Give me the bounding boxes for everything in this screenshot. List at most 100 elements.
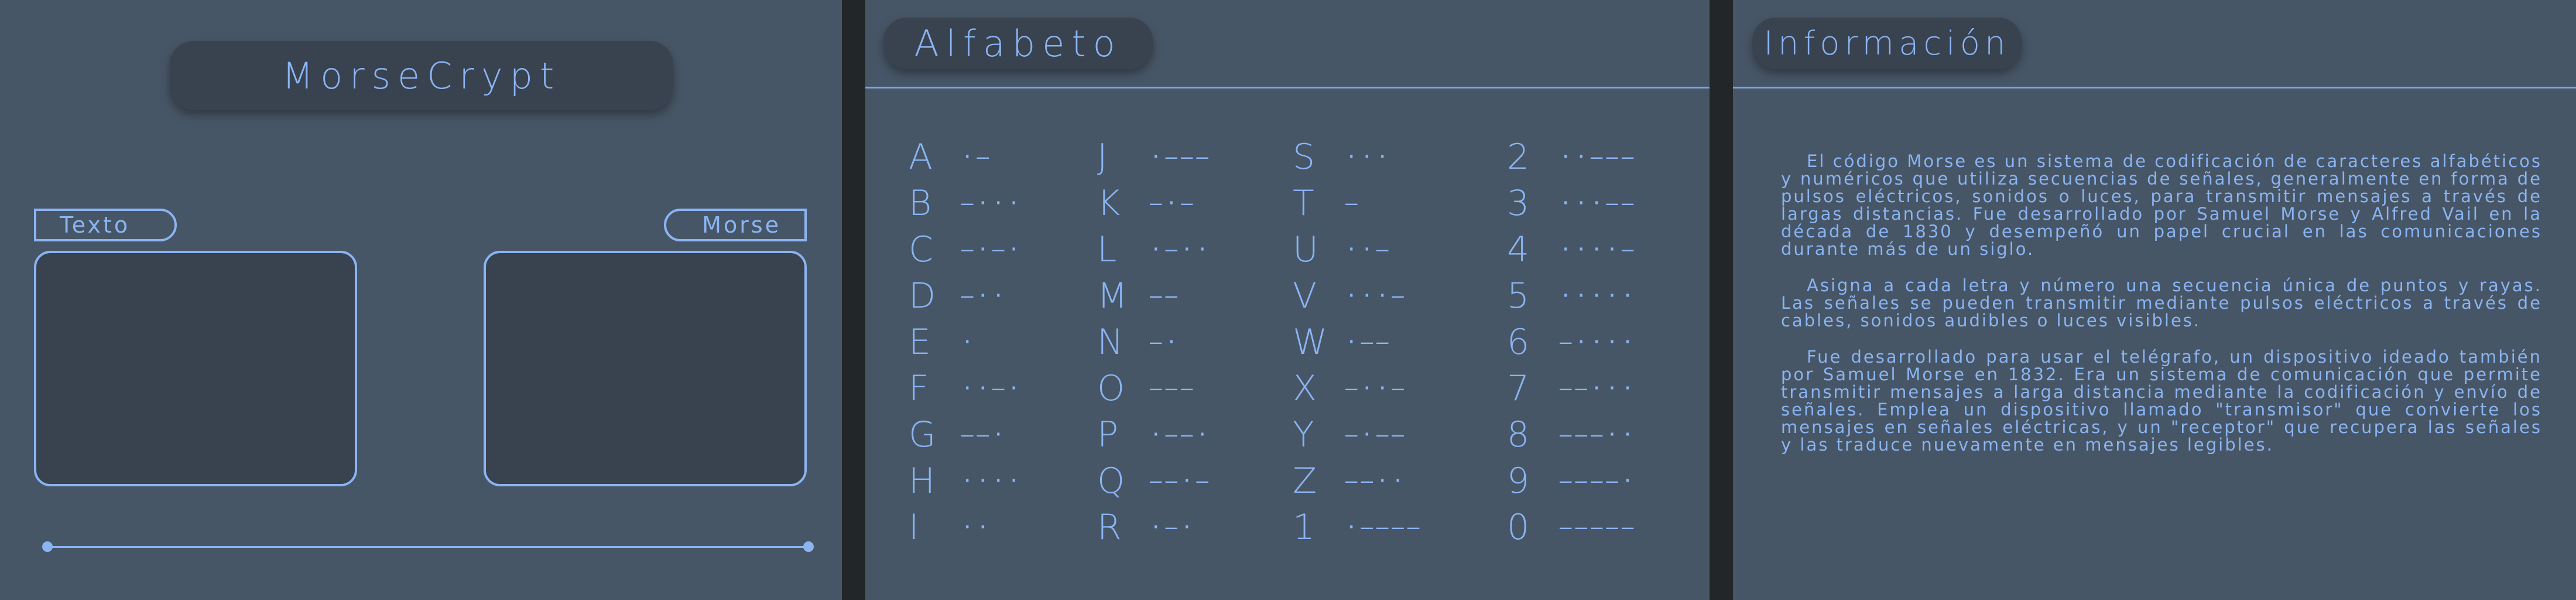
- alphabet-code: –––––: [1560, 515, 1638, 539]
- alphabet-code: ––···: [1560, 376, 1638, 400]
- alphabet-row: X –··–: [1293, 365, 1423, 411]
- alphabet-code: ––·: [961, 422, 1008, 446]
- alphabet-code: ··–: [1345, 237, 1392, 261]
- alphabet-code: ––··: [1345, 469, 1407, 493]
- alphabet-row: M ––: [1097, 272, 1212, 319]
- alphabet-row: 8 –––··: [1507, 411, 1637, 458]
- alphabet-code: ·–·: [1150, 515, 1197, 539]
- alphabet-row: B –···: [909, 180, 1023, 226]
- alphabet-char: M: [1097, 275, 1128, 316]
- alphabet-char: F: [909, 367, 929, 409]
- alphabet-code: –···: [961, 191, 1023, 215]
- info-text: El código Morse es un sistema de codific…: [1781, 152, 2542, 472]
- alphabet-char: 5: [1507, 275, 1530, 316]
- alphabet-char: Z: [1293, 460, 1317, 502]
- text-input[interactable]: [34, 251, 357, 486]
- slider-track[interactable]: [47, 546, 808, 548]
- alphabet-row: A ·–: [909, 134, 1023, 180]
- alphabet-code: –·––: [1345, 422, 1407, 446]
- alphabet-column-2: J ·––– K –·– L ·–·· M –– N –· O ––– P ·––· Q ––·– R ·–·: [1097, 134, 1212, 550]
- alphabet-char: K: [1097, 182, 1121, 224]
- alphabet-code: ––·–: [1150, 469, 1212, 493]
- alphabet-row: I ··: [909, 504, 1023, 550]
- alphabet-code: ···–: [1345, 284, 1407, 308]
- alphabet-code: –––··: [1560, 422, 1638, 446]
- info-panel: Información El código Morse es un sistem…: [1733, 0, 2576, 600]
- alphabet-char: A: [909, 136, 933, 178]
- alphabet-column-1: A ·– B –··· C –·–· D –·· E · F ··–· G ––· H ···· I ··: [909, 134, 1023, 550]
- info-paragraph-1: El código Morse es un sistema de codific…: [1781, 151, 2542, 259]
- alphabet-char: 1: [1293, 506, 1316, 548]
- info-divider: [1733, 87, 2576, 88]
- alphabet-row: 1 ·––––: [1293, 504, 1423, 550]
- alphabet-char: B: [909, 182, 932, 224]
- alphabet-code: ····: [961, 469, 1023, 493]
- alphabet-code: ·–··: [1150, 237, 1212, 261]
- alphabet-char: E: [909, 321, 931, 363]
- alphabet-row: L ·–··: [1097, 226, 1212, 272]
- alphabet-char: H: [909, 460, 936, 502]
- alphabet-char: P: [1097, 414, 1119, 455]
- alphabet-row: O –––: [1097, 365, 1212, 411]
- alphabet-row: Q ––·–: [1097, 458, 1212, 504]
- alphabet-row: C –·–·: [909, 226, 1023, 272]
- alphabet-code: ·–––: [1150, 145, 1212, 169]
- alphabet-code: –····: [1560, 330, 1638, 354]
- alphabet-code: ··–––: [1560, 145, 1638, 169]
- alphabet-divider: [865, 87, 1710, 88]
- alphabet-row: J ·–––: [1097, 134, 1212, 180]
- alphabet-row: 2 ··–––: [1507, 134, 1637, 180]
- alphabet-row: D –··: [909, 272, 1023, 319]
- alphabet-code: –··: [961, 284, 1008, 308]
- alphabet-char: 4: [1507, 229, 1530, 270]
- alphabet-char: Q: [1097, 460, 1125, 502]
- info-title: Información: [1752, 18, 2022, 69]
- alphabet-code: ·––: [1345, 330, 1392, 354]
- alphabet-char: I: [909, 506, 919, 548]
- alphabet-row: Z ––··: [1293, 458, 1423, 504]
- info-paragraph-2: Asigna a cada letra y número una secuenc…: [1781, 275, 2542, 330]
- alphabet-code: ––: [1150, 284, 1181, 308]
- alphabet-code: ·····: [1560, 284, 1638, 308]
- alphabet-row: R ·–·: [1097, 504, 1212, 550]
- alphabet-char: 3: [1507, 182, 1530, 224]
- morse-label: Morse: [664, 209, 807, 241]
- alphabet-code: –: [1345, 191, 1361, 215]
- alphabet-code: ··: [961, 515, 992, 539]
- morse-output[interactable]: [484, 251, 807, 486]
- alphabet-code: ···––: [1560, 191, 1638, 215]
- alphabet-row: 9 ––––·: [1507, 458, 1637, 504]
- alphabet-column-4: 2 ··––– 3 ···–– 4 ····– 5 ····· 6 –···· 7 ––··· 8 –––…: [1507, 134, 1637, 550]
- alphabet-row: 4 ····–: [1507, 226, 1637, 272]
- alphabet-code: ––––·: [1560, 469, 1638, 493]
- alphabet-char: Y: [1293, 414, 1314, 455]
- alphabet-row: U ··–: [1293, 226, 1423, 272]
- alphabet-char: O: [1097, 367, 1125, 409]
- alphabet-row: E ·: [909, 319, 1023, 365]
- alphabet-char: N: [1097, 321, 1123, 363]
- alphabet-row: 5 ·····: [1507, 272, 1637, 319]
- slider-start-handle[interactable]: [42, 541, 53, 552]
- alphabet-char: V: [1293, 275, 1317, 316]
- alphabet-title: Alfabeto: [883, 18, 1153, 69]
- alphabet-code: ·: [961, 330, 977, 354]
- alphabet-row: 6 –····: [1507, 319, 1637, 365]
- alphabet-row: 3 ···––: [1507, 180, 1637, 226]
- alphabet-panel: Alfabeto A ·– B –··· C –·–· D –·· E · F ··–· G ––· H ··…: [865, 0, 1710, 600]
- alphabet-code: ··–·: [961, 376, 1023, 400]
- alphabet-code: ·––––: [1345, 515, 1423, 539]
- alphabet-char: L: [1097, 229, 1117, 270]
- alphabet-row: K –·–: [1097, 180, 1212, 226]
- alphabet-row: T –: [1293, 180, 1423, 226]
- alphabet-char: G: [909, 414, 936, 455]
- alphabet-char: W: [1293, 321, 1328, 363]
- alphabet-row: S ···: [1293, 134, 1423, 180]
- alphabet-code: ·––·: [1150, 422, 1212, 446]
- alphabet-char: 9: [1507, 460, 1530, 502]
- app-title: MorseCrypt: [170, 41, 673, 110]
- alphabet-char: C: [909, 229, 933, 270]
- alphabet-row: F ··–·: [909, 365, 1023, 411]
- slider-end-handle[interactable]: [803, 541, 814, 552]
- alphabet-char: 0: [1507, 506, 1530, 548]
- alphabet-row: W ·––: [1293, 319, 1423, 365]
